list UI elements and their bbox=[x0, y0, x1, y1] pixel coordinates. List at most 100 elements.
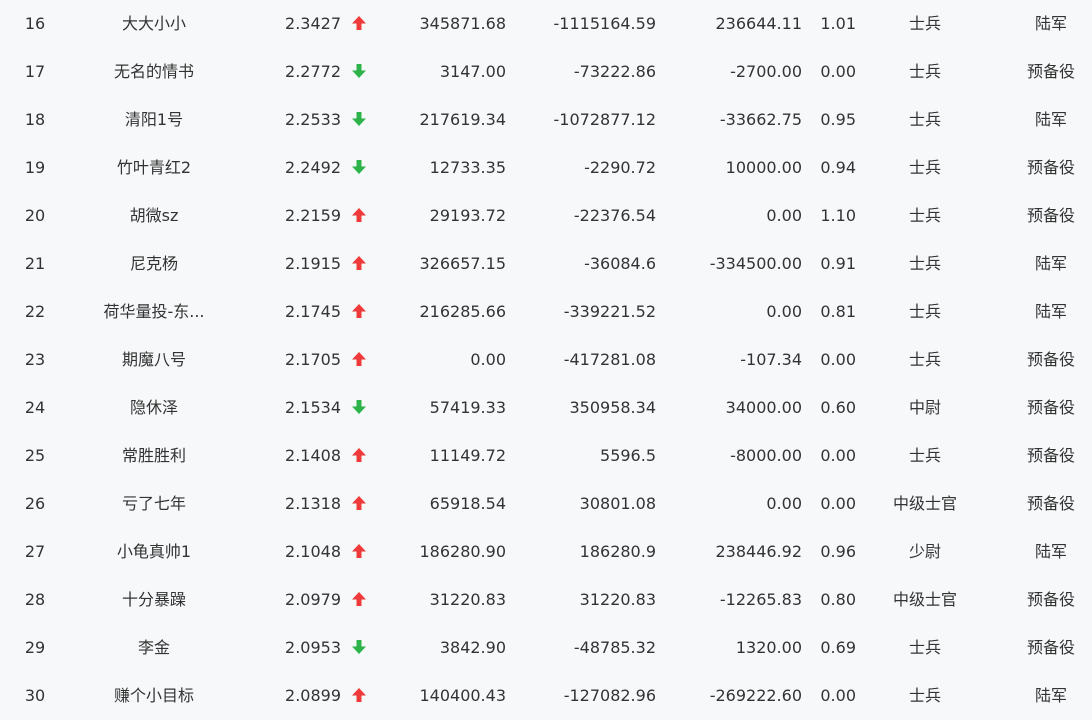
title-cell: 士兵 bbox=[908, 110, 941, 129]
name-cell[interactable]: 小龟真帅1 bbox=[84, 528, 224, 576]
arrow-up-icon bbox=[351, 495, 367, 511]
value-2-cell: -127082.96 bbox=[563, 686, 656, 705]
value-1-cell: 31220.83 bbox=[429, 590, 506, 609]
arrow-down-icon bbox=[351, 63, 367, 79]
value-3-cell: 238446.92 bbox=[715, 542, 802, 561]
value-2-cell: -2290.72 bbox=[584, 158, 656, 177]
value-1-cell: 186280.90 bbox=[419, 542, 506, 561]
name-cell[interactable]: 李金 bbox=[84, 624, 224, 672]
trend-cell bbox=[348, 480, 370, 528]
score-cell: 2.1745 bbox=[285, 302, 341, 321]
table-row-23: 23 期魔八号 2.1705 0.00 -417281.08 -107.34 0… bbox=[0, 336, 1092, 384]
name-cell[interactable]: 无名的情书 bbox=[84, 48, 224, 96]
value-3-cell: -107.34 bbox=[740, 350, 802, 369]
title-cell: 中级士官 bbox=[892, 590, 957, 609]
arrow-up-icon bbox=[351, 255, 367, 271]
name-cell[interactable]: 荷华量投-东... bbox=[84, 288, 224, 336]
branch-cell: 陆军 bbox=[1034, 686, 1067, 705]
table-row-30: 30 赚个小目标 2.0899 140400.43 -127082.96 -26… bbox=[0, 672, 1092, 720]
ratio-cell: 1.10 bbox=[820, 206, 856, 225]
value-2-cell: -1072877.12 bbox=[553, 110, 656, 129]
title-cell: 少尉 bbox=[908, 542, 941, 561]
value-2-cell: -48785.32 bbox=[573, 638, 656, 657]
rank-cell: 27 bbox=[24, 542, 46, 561]
title-cell: 士兵 bbox=[908, 254, 941, 273]
ratio-cell: 0.00 bbox=[820, 494, 856, 513]
rank-cell: 26 bbox=[24, 494, 46, 513]
value-2-cell: -22376.54 bbox=[573, 206, 656, 225]
name-cell[interactable]: 十分暴躁 bbox=[84, 576, 224, 624]
name-cell[interactable]: 亏了七年 bbox=[84, 480, 224, 528]
score-cell: 2.1048 bbox=[285, 542, 341, 561]
trend-cell bbox=[348, 192, 370, 240]
table-row-27: 27 小龟真帅1 2.1048 186280.90 186280.9 23844… bbox=[0, 528, 1092, 576]
value-1-cell: 29193.72 bbox=[429, 206, 506, 225]
value-2-cell: 186280.9 bbox=[579, 542, 656, 561]
arrow-down-icon bbox=[351, 111, 367, 127]
rank-cell: 22 bbox=[24, 302, 46, 321]
branch-cell: 陆军 bbox=[1034, 14, 1067, 33]
rank-cell: 21 bbox=[24, 254, 46, 273]
value-2-cell: 5596.5 bbox=[600, 446, 656, 465]
name-cell[interactable]: 隐休泽 bbox=[84, 384, 224, 432]
rank-cell: 18 bbox=[24, 110, 46, 129]
ratio-cell: 0.00 bbox=[820, 446, 856, 465]
branch-cell: 陆军 bbox=[1034, 254, 1067, 273]
name-cell[interactable]: 大大小小 bbox=[84, 0, 224, 48]
name-cell[interactable]: 赚个小目标 bbox=[84, 672, 224, 720]
rank-cell: 30 bbox=[24, 686, 46, 705]
arrow-up-icon bbox=[351, 207, 367, 223]
name-cell[interactable]: 常胜胜利 bbox=[84, 432, 224, 480]
value-3-cell: -33662.75 bbox=[719, 110, 802, 129]
value-3-cell: -8000.00 bbox=[730, 446, 802, 465]
name-cell[interactable]: 清阳1号 bbox=[84, 96, 224, 144]
value-3-cell: 34000.00 bbox=[725, 398, 802, 417]
arrow-down-icon bbox=[351, 399, 367, 415]
ratio-cell: 0.81 bbox=[820, 302, 856, 321]
branch-cell: 陆军 bbox=[1034, 302, 1067, 321]
rank-cell: 24 bbox=[24, 398, 46, 417]
branch-cell: 预备役 bbox=[1026, 638, 1075, 657]
score-cell: 2.1318 bbox=[285, 494, 341, 513]
value-2-cell: -417281.08 bbox=[563, 350, 656, 369]
rank-cell: 23 bbox=[24, 350, 46, 369]
score-cell: 2.2159 bbox=[285, 206, 341, 225]
branch-cell: 预备役 bbox=[1026, 590, 1075, 609]
trend-cell bbox=[348, 96, 370, 144]
value-2-cell: -36084.6 bbox=[584, 254, 656, 273]
score-cell: 2.3427 bbox=[285, 14, 341, 33]
ratio-cell: 0.00 bbox=[820, 62, 856, 81]
branch-cell: 预备役 bbox=[1026, 350, 1075, 369]
value-2-cell: 30801.08 bbox=[579, 494, 656, 513]
arrow-up-icon bbox=[351, 303, 367, 319]
ratio-cell: 0.00 bbox=[820, 350, 856, 369]
rank-cell: 29 bbox=[24, 638, 46, 657]
score-cell: 2.1915 bbox=[285, 254, 341, 273]
name-cell[interactable]: 竹叶青红2 bbox=[84, 144, 224, 192]
value-1-cell: 57419.33 bbox=[429, 398, 506, 417]
title-cell: 士兵 bbox=[908, 446, 941, 465]
value-3-cell: 0.00 bbox=[766, 494, 802, 513]
name-cell[interactable]: 尼克杨 bbox=[84, 240, 224, 288]
table-row-20: 20 胡微sz 2.2159 29193.72 -22376.54 0.00 1… bbox=[0, 192, 1092, 240]
arrow-up-icon bbox=[351, 351, 367, 367]
name-cell[interactable]: 胡微sz bbox=[84, 192, 224, 240]
trend-cell bbox=[348, 528, 370, 576]
value-1-cell: 216285.66 bbox=[419, 302, 506, 321]
title-cell: 士兵 bbox=[908, 158, 941, 177]
title-cell: 士兵 bbox=[908, 62, 941, 81]
trend-cell bbox=[348, 336, 370, 384]
trend-cell bbox=[348, 48, 370, 96]
ratio-cell: 0.94 bbox=[820, 158, 856, 177]
name-cell[interactable]: 期魔八号 bbox=[84, 336, 224, 384]
score-cell: 2.0953 bbox=[285, 638, 341, 657]
table-row-25: 25 常胜胜利 2.1408 11149.72 5596.5 -8000.00 … bbox=[0, 432, 1092, 480]
value-3-cell: 0.00 bbox=[766, 302, 802, 321]
trend-cell bbox=[348, 240, 370, 288]
score-cell: 2.1705 bbox=[285, 350, 341, 369]
branch-cell: 陆军 bbox=[1034, 542, 1067, 561]
value-2-cell: -339221.52 bbox=[563, 302, 656, 321]
rank-cell: 28 bbox=[24, 590, 46, 609]
value-2-cell: 350958.34 bbox=[569, 398, 656, 417]
arrow-up-icon bbox=[351, 687, 367, 703]
